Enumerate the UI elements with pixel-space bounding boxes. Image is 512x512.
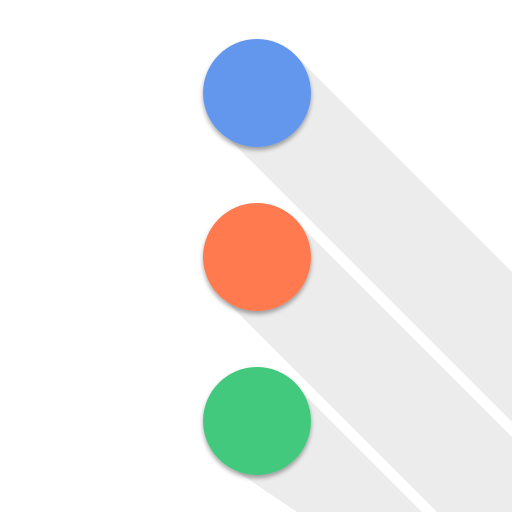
vertical-dots-icon bbox=[203, 39, 512, 512]
green-dot bbox=[203, 367, 311, 475]
orange-dot bbox=[203, 203, 311, 311]
blue-dot bbox=[203, 39, 311, 147]
app-icon-canvas bbox=[0, 0, 512, 512]
